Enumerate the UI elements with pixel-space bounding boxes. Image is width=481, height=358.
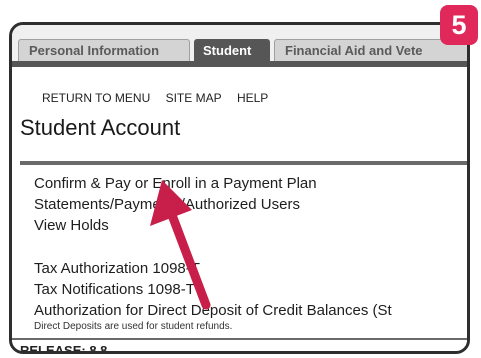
release-label: RELEASE: 8.8 (20, 343, 108, 354)
top-nav: RETURN TO MENU SITE MAP HELP (42, 91, 280, 105)
tab-bar: Personal Information Student Financial A… (12, 25, 467, 67)
view-holds-link[interactable]: View Holds (34, 215, 467, 236)
tax-authorization-link[interactable]: Tax Authorization 1098-T (34, 258, 467, 279)
tab-student[interactable]: Student (194, 39, 270, 61)
account-links: Confirm & Pay or Enroll in a Payment Pla… (34, 173, 467, 333)
direct-deposit-link[interactable]: Authorization for Direct Deposit of Cred… (34, 300, 467, 321)
tab-financial-aid[interactable]: Financial Aid and Vete (274, 39, 467, 61)
release-bar: RELEASE: 8.8 (12, 338, 467, 354)
tab-rule (12, 61, 467, 67)
tab-personal-information[interactable]: Personal Information (18, 39, 190, 61)
direct-deposit-note: Direct Deposits are used for student ref… (34, 321, 233, 332)
return-to-menu-link[interactable]: RETURN TO MENU (42, 91, 150, 105)
section-divider (20, 161, 467, 165)
statements-link[interactable]: Statements/Payments/Authorized Users (34, 194, 467, 215)
link-group-gap (34, 236, 467, 258)
page-title: Student Account (20, 115, 181, 140)
browser-frame: Personal Information Student Financial A… (9, 22, 470, 354)
site-map-link[interactable]: SITE MAP (166, 91, 222, 105)
step-badge: 5 (440, 5, 478, 45)
confirm-pay-link[interactable]: Confirm & Pay or Enroll in a Payment Pla… (34, 173, 467, 194)
help-link[interactable]: HELP (237, 91, 268, 105)
tax-notifications-link[interactable]: Tax Notifications 1098-T (34, 279, 467, 300)
